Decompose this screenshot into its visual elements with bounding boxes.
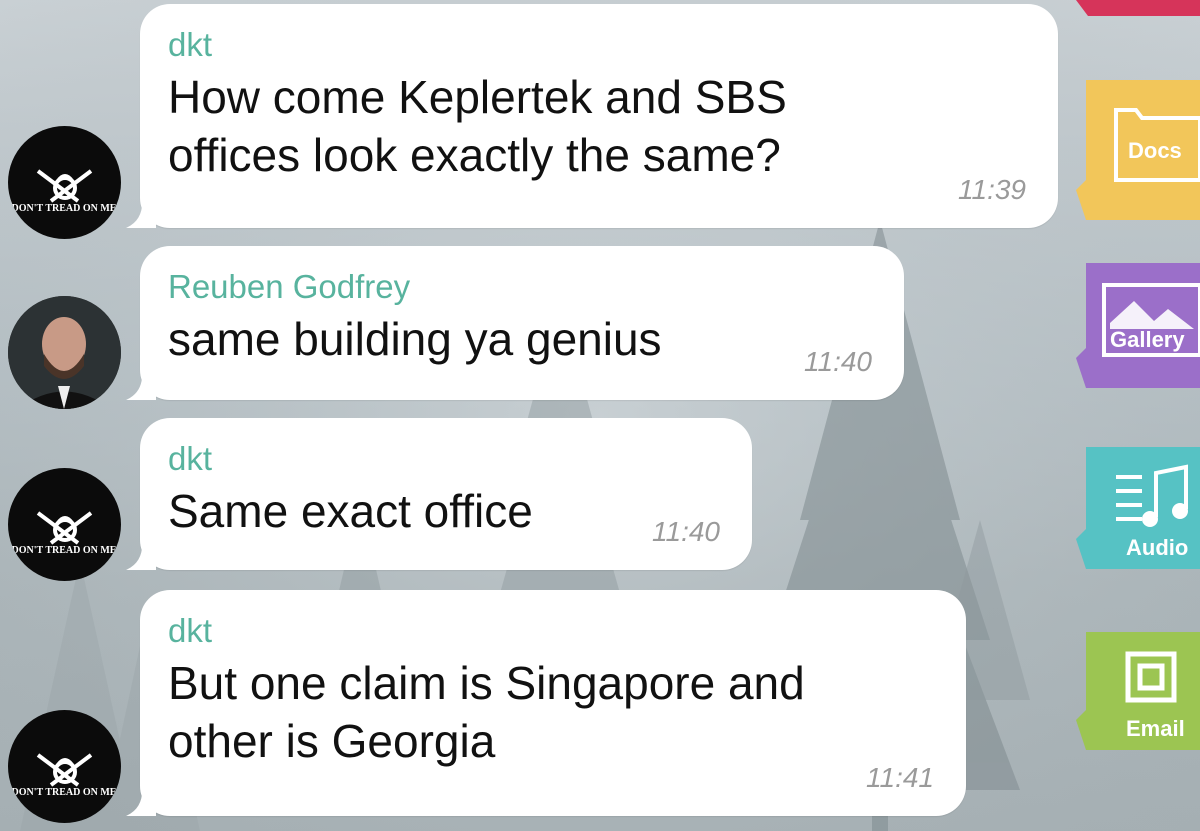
message-time: 11:41 <box>866 762 934 793</box>
bubble-tail <box>126 540 156 570</box>
sender-name[interactable]: dkt <box>168 26 1026 64</box>
tab-audio[interactable]: Audio <box>1076 447 1200 587</box>
sender-name[interactable]: dkt <box>168 612 934 650</box>
message-time: 11:39 <box>958 174 1026 205</box>
snake-rifles-icon: DON'T TREAD ON ME <box>12 511 117 556</box>
message-bubble[interactable]: Reuben Godfrey same building ya genius 1… <box>126 246 904 400</box>
svg-text:DON'T TREAD ON ME: DON'T TREAD ON ME <box>12 203 117 214</box>
message-bubble[interactable]: dkt But one claim is Singapore and other… <box>126 590 966 816</box>
message-bubble[interactable]: dkt Same exact office 11:40 <box>126 418 752 570</box>
message-time: 11:40 <box>652 516 720 547</box>
tab-label: Audio <box>1126 535 1189 560</box>
image-icon <box>1076 263 1200 388</box>
person-photo-icon <box>8 296 121 409</box>
bubble-tail <box>126 198 156 228</box>
message-text: Same exact office <box>168 485 533 537</box>
message-text: How come Keplertek and SBS <box>168 71 787 123</box>
avatar-dont-tread-on-me[interactable]: DON'T TREAD ON ME <box>8 126 121 239</box>
svg-text:DON'T TREAD ON ME: DON'T TREAD ON ME <box>12 787 117 798</box>
tab-label: Gallery <box>1110 327 1185 352</box>
message-text: same building ya genius <box>168 313 662 365</box>
svg-text:DON'T TREAD ON ME: DON'T TREAD ON ME <box>12 545 117 556</box>
bubble-tail <box>126 786 156 816</box>
message-time: 11:40 <box>804 346 872 377</box>
top-tab[interactable] <box>1076 0 1200 20</box>
attachment-sidebar: Docs Gallery Audio Email <box>1070 0 1200 831</box>
message-text: offices look exactly the same? <box>168 129 781 181</box>
avatar-dont-tread-on-me[interactable]: DON'T TREAD ON ME <box>8 710 121 823</box>
message-bubble[interactable]: dkt How come Keplertek and SBS offices l… <box>126 4 1058 228</box>
bubble-tail <box>126 370 156 400</box>
message-text: But one claim is Singapore and <box>168 657 805 709</box>
avatar-photo[interactable] <box>8 296 121 409</box>
tab-label: Email <box>1126 716 1185 741</box>
message-text: other is Georgia <box>168 715 496 767</box>
sender-name[interactable]: Reuben Godfrey <box>168 268 872 306</box>
avatar-dont-tread-on-me[interactable]: DON'T TREAD ON ME <box>8 468 121 581</box>
tab-label: Docs <box>1128 138 1182 163</box>
snake-rifles-icon: DON'T TREAD ON ME <box>12 169 117 214</box>
tab-docs[interactable]: Docs <box>1076 80 1200 220</box>
snake-rifles-icon: DON'T TREAD ON ME <box>12 753 117 798</box>
sender-name[interactable]: dkt <box>168 440 720 478</box>
tab-email[interactable]: Email <box>1076 632 1200 772</box>
tab-gallery[interactable]: Gallery <box>1076 263 1200 403</box>
